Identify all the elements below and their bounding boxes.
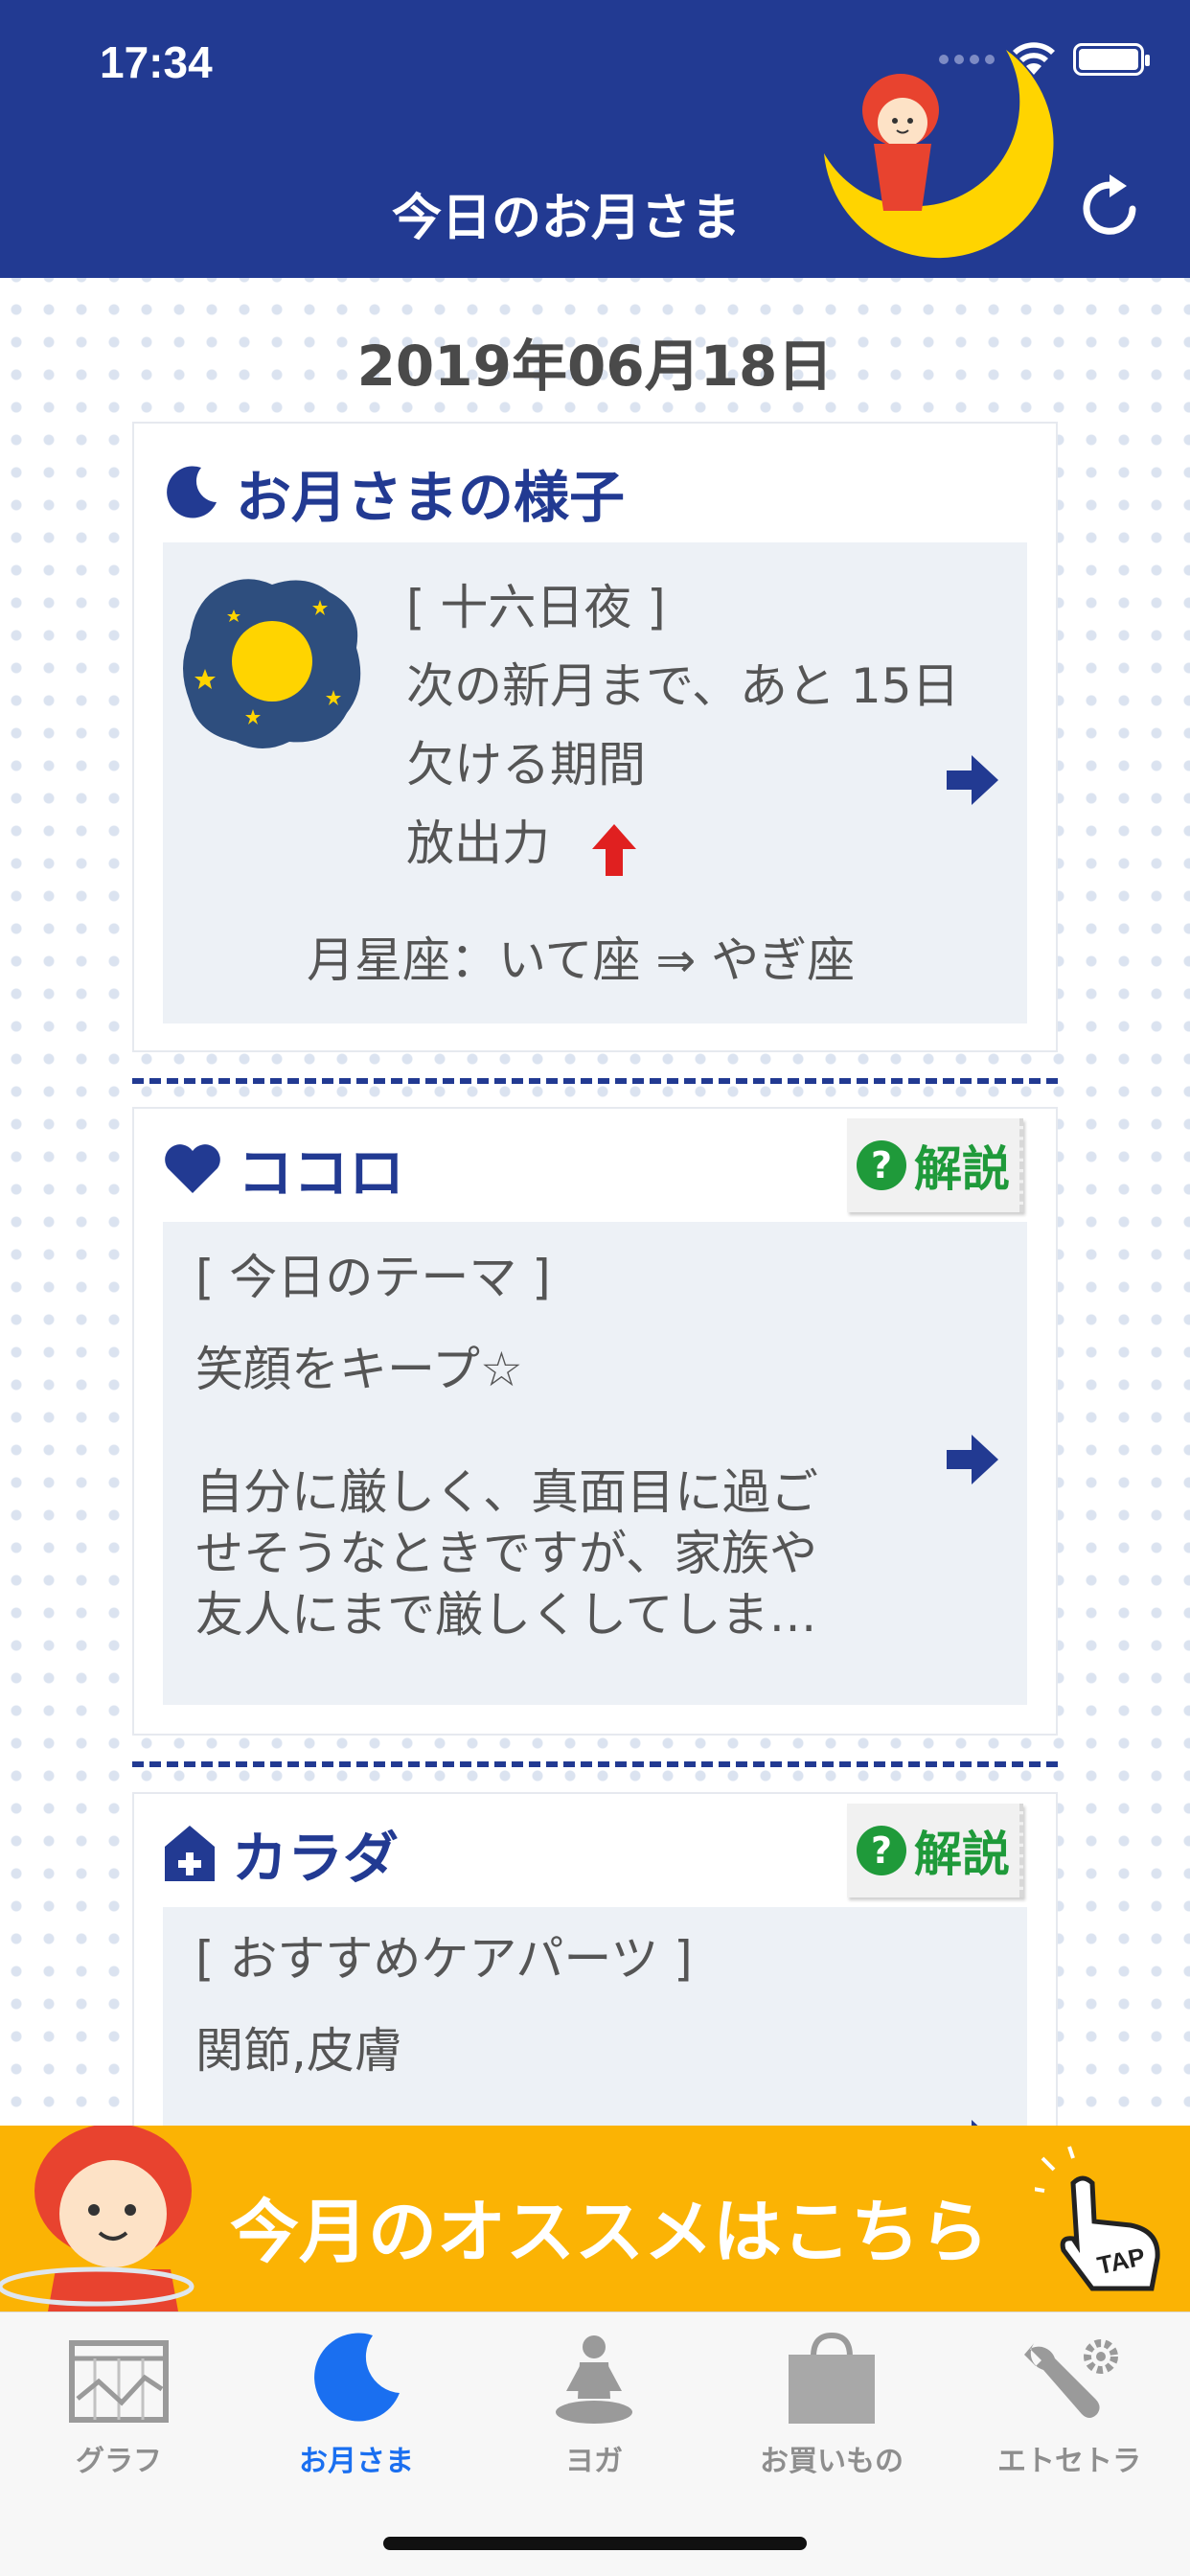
karada-card-title: カラダ [232, 1826, 400, 1891]
tab-moon[interactable]: お月さま [238, 2332, 475, 2479]
moon-sign: 月星座：いて座 ⇒ やぎ座 [307, 932, 856, 988]
theme-description-line: 自分に厳しく、真面目に過ご [195, 1464, 818, 1520]
karada-help-button[interactable]: ? 解説 [847, 1804, 1023, 1898]
theme-description-line: せそうなときですが、家族や [195, 1526, 817, 1581]
full-moon-illustration [183, 579, 361, 748]
kokoro-card-title: ココロ [238, 1140, 405, 1206]
power-up-arrow-icon [592, 824, 636, 876]
moon-card-title: お月さまの様子 [236, 465, 626, 530]
refresh-button[interactable] [1077, 171, 1146, 245]
section-divider [132, 1078, 1058, 1084]
moon-period: 欠ける期間 [406, 737, 646, 793]
tab-etcetera[interactable]: エトセトラ [950, 2332, 1188, 2479]
crescent-moon-icon [167, 466, 217, 518]
theme-label: [ 今日のテーマ ] [195, 1250, 551, 1305]
kokoro-help-label: 解説 [914, 1141, 1010, 1197]
theme-description-line: 友人にまで厳しくしてしま… [195, 1587, 817, 1643]
heart-icon [165, 1144, 220, 1193]
status-time: 17:34 [100, 37, 213, 87]
moon-status-card: お月さまの様子 [ 十六日夜 ] 次の新月まで、あと 15日 欠ける期間 放出力… [132, 422, 1058, 1052]
arrow-right-icon[interactable] [943, 751, 1000, 809]
kokoro-card: ココロ ? 解説 [ 今日のテーマ ] 笑顔をキープ☆ 自分に厳しく、真面目に過… [132, 1107, 1058, 1736]
kokoro-info-panel[interactable]: [ 今日のテーマ ] 笑顔をキープ☆ 自分に厳しく、真面目に過ご せそうなときで… [163, 1222, 1027, 1705]
moon-mascot-illustration [824, 50, 1054, 259]
date-label: 2019年06月18日 [356, 334, 834, 399]
moon-power: 放出力 [406, 816, 550, 871]
question-icon: ? [857, 1826, 906, 1875]
tab-label: エトセトラ [997, 2445, 1141, 2478]
yoga-icon [556, 2335, 632, 2424]
tab-label: お月さま [299, 2445, 414, 2478]
home-indicator[interactable] [383, 2537, 807, 2550]
graph-icon [69, 2340, 169, 2423]
tab-label: お買いもの [760, 2445, 904, 2478]
moon-icon [314, 2333, 400, 2422]
moon-phase-name: [ 十六日夜 ] [406, 580, 666, 635]
tools-icon [1024, 2339, 1118, 2418]
kokoro-card-heading: ココロ [163, 1128, 404, 1208]
next-new-moon-countdown: 次の新月まで、あと 15日 [406, 658, 960, 714]
arrow-right-icon[interactable] [943, 1431, 1000, 1488]
moon-card-heading: お月さまの様子 [163, 452, 625, 533]
tab-shopping[interactable]: お買いもの [713, 2332, 950, 2479]
tab-yoga[interactable]: ヨガ [475, 2332, 713, 2479]
care-parts: 関節,皮膚 [195, 2023, 402, 2079]
tap-hand-icon: TAP [1035, 2146, 1160, 2291]
question-icon: ? [857, 1140, 906, 1190]
banner-text: 今月のオススメはこちら [229, 2192, 989, 2272]
recommendation-banner[interactable]: 今月のオススメはこちら TAP [0, 2126, 1190, 2312]
theme-text: 笑顔をキープ☆ [195, 1342, 523, 1397]
tab-graph[interactable]: グラフ [0, 2332, 238, 2479]
header-bar: 17:34 今日のお月さま [0, 0, 1190, 278]
care-parts-label: [ おすすめケアパーツ ] [195, 1931, 693, 1987]
battery-icon [1073, 43, 1150, 76]
tab-label: グラフ [76, 2445, 162, 2478]
section-divider [132, 1761, 1058, 1767]
karada-help-label: 解説 [914, 1827, 1010, 1882]
kokoro-help-button[interactable]: ? 解説 [847, 1118, 1023, 1212]
moon-info-panel[interactable]: [ 十六日夜 ] 次の新月まで、あと 15日 欠ける期間 放出力 月星座：いて座… [163, 542, 1027, 1024]
tab-label: ヨガ [565, 2445, 623, 2478]
karada-card-heading: カラダ [163, 1813, 399, 1894]
house-plus-icon [165, 1826, 215, 1881]
shopping-bag-icon [789, 2332, 875, 2424]
